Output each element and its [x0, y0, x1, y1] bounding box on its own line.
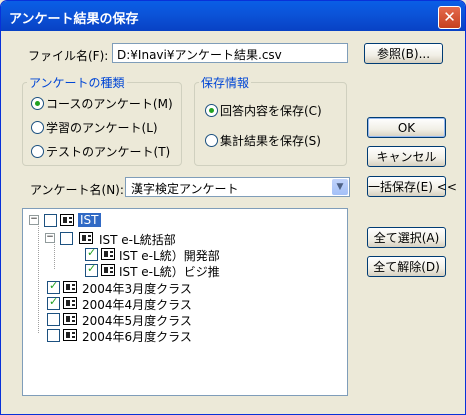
collapse-icon[interactable]: − [45, 233, 55, 243]
tree-checkbox[interactable] [47, 329, 60, 342]
cancel-button[interactable]: キャンセル [367, 146, 446, 167]
chevron-down-icon[interactable]: ▼ [332, 179, 348, 195]
group-icon [79, 232, 93, 244]
radio-test-label[interactable]: テストのアンケート(T) [46, 143, 170, 160]
ok-button[interactable]: OK [367, 117, 446, 138]
group-icon [60, 214, 74, 226]
window-title: アンケート結果の保存 [9, 12, 139, 27]
tree-checkbox[interactable]: ✓ [85, 262, 98, 277]
radio-test[interactable] [31, 145, 44, 158]
filename-input[interactable]: D:¥Inavi¥アンケート結果.csv [112, 43, 348, 63]
class-icon [63, 313, 77, 325]
radio-save-summary[interactable] [205, 134, 218, 147]
close-button[interactable]: ✕ [438, 6, 461, 29]
tree-checkbox[interactable] [47, 313, 60, 326]
tree-node-label[interactable]: IST e-L統）ビジ推 [119, 263, 220, 280]
save-info-group [194, 82, 347, 166]
browse-button[interactable]: 参照(B)... [364, 43, 443, 64]
tree-node-label[interactable]: IST [78, 213, 101, 227]
group-icon [101, 248, 115, 260]
class-icon [63, 281, 77, 293]
radio-save-answers-label[interactable]: 回答内容を保存(C) [220, 102, 322, 119]
tree-node-label[interactable]: 2004年4月度クラス [82, 296, 192, 313]
radio-course[interactable] [31, 97, 44, 110]
close-icon: ✕ [443, 8, 456, 26]
tree-node-label[interactable]: 2004年6月度クラス [82, 328, 192, 345]
tree-node-label[interactable]: IST e-L統括部 [99, 231, 176, 248]
survey-name-value: 漢字検定アンケート [131, 182, 239, 196]
radio-course-label[interactable]: コースのアンケート(M) [46, 95, 173, 112]
batch-save-button[interactable]: 一括保存(E) << [367, 176, 457, 197]
survey-name-select[interactable]: 漢字検定アンケート ▼ [125, 177, 350, 197]
tree-node-label[interactable]: 2004年5月度クラス [82, 312, 192, 329]
title-bar: アンケート結果の保存 ✕ [1, 1, 465, 31]
survey-type-title: アンケートの種類 [27, 74, 127, 91]
radio-learning-label[interactable]: 学習のアンケート(L) [46, 119, 158, 136]
deselect-all-button[interactable]: 全て解除(D) [367, 256, 446, 277]
class-icon [63, 329, 77, 341]
collapse-icon[interactable]: − [29, 215, 39, 225]
tree-checkbox[interactable] [60, 232, 73, 245]
class-tree[interactable]: − IST − IST e-L統括部 ✓ IST e-L統）開発部 ✓ IST … [22, 208, 348, 396]
save-survey-dialog: アンケート結果の保存 ✕ ファイル名(F): D:¥Inavi¥アンケート結果.… [0, 0, 466, 415]
radio-save-summary-label[interactable]: 集計結果を保存(S) [220, 132, 321, 149]
tree-checkbox[interactable] [44, 214, 57, 227]
group-icon [101, 264, 115, 276]
filename-label: ファイル名(F): [28, 49, 109, 63]
tree-checkbox[interactable]: ✓ [47, 279, 60, 294]
radio-save-answers[interactable] [205, 104, 218, 117]
tree-node-label[interactable]: 2004年3月度クラス [82, 280, 192, 297]
tree-checkbox[interactable]: ✓ [47, 295, 60, 310]
tree-checkbox[interactable]: ✓ [85, 246, 98, 261]
select-all-button[interactable]: 全て選択(A) [367, 227, 446, 248]
tree-node-label[interactable]: IST e-L統）開発部 [119, 247, 220, 264]
survey-name-label: アンケート名(N): [30, 183, 124, 197]
radio-learning[interactable] [31, 121, 44, 134]
class-icon [63, 297, 77, 309]
save-info-title: 保存情報 [199, 74, 252, 91]
